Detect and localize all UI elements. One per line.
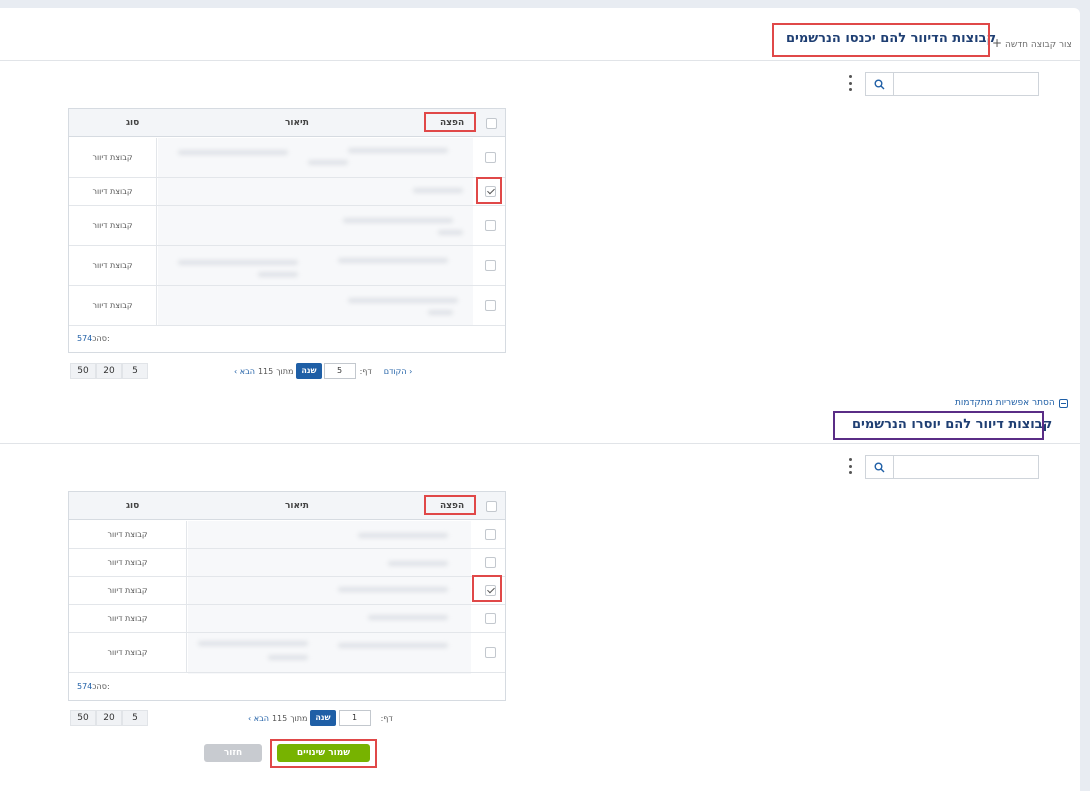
type-cell: קבוצת דיוור	[69, 549, 187, 576]
row-checkbox[interactable]	[485, 529, 496, 540]
table-row[interactable]: קבוצת דיוור	[69, 633, 505, 673]
row-checkbox[interactable]	[485, 260, 496, 271]
pager-2: דף: 1 שנה מתוך 115 הבא ›	[248, 710, 393, 726]
total-count-1: 574סהכ:	[77, 334, 110, 343]
header-type-2[interactable]: סוג	[126, 492, 139, 520]
highlight-distribution-header-2	[424, 495, 476, 515]
table-row[interactable]: קבוצת דיוור	[69, 206, 505, 246]
type-cell: קבוצת דיוור	[69, 138, 157, 177]
table-row[interactable]: קבוצת דיוור	[69, 605, 505, 633]
total-pages: 115	[257, 366, 274, 376]
of-label: מתוך	[290, 713, 308, 723]
table-row[interactable]: קבוצת דיוור	[69, 521, 505, 549]
hide-advanced-toggle[interactable]: הסתר אפשריות מתקדמות	[955, 398, 1068, 408]
total-pages: 115	[271, 713, 288, 723]
select-all-checkbox-2[interactable]	[486, 501, 497, 512]
row-checkbox[interactable]	[485, 220, 496, 231]
grid-2: הפצה תיאור סוג קבוצת דיוור קבוצת דיוור ק…	[68, 491, 506, 701]
collapse-icon	[1058, 398, 1068, 408]
page-number-input[interactable]: 1	[338, 710, 371, 726]
page-number-input[interactable]: 5	[323, 363, 356, 379]
page-size-50[interactable]: 50	[70, 363, 96, 379]
grid-1: הפצה תיאור סוג קבוצת דיוור קבוצת דיוור ק…	[68, 108, 506, 353]
select-all-checkbox-1[interactable]	[486, 118, 497, 129]
page-size-5[interactable]: 5	[122, 710, 148, 726]
header-description-1[interactable]: תיאור	[285, 109, 309, 137]
row-checkbox[interactable]	[485, 300, 496, 311]
table-row[interactable]: קבוצת דיוור	[69, 549, 505, 577]
page-size-50[interactable]: 50	[70, 710, 96, 726]
type-cell: קבוצת דיוור	[69, 178, 157, 205]
page-label: דף:	[380, 713, 393, 723]
page-size-5[interactable]: 5	[122, 363, 148, 379]
table-row[interactable]: קבוצת דיוור	[69, 286, 505, 326]
highlight-section1-title	[772, 23, 990, 57]
total-count-2: 574סהכ:	[77, 682, 110, 691]
create-group-link[interactable]: + צור קבוצה חדשה	[992, 36, 1072, 50]
header-type-1[interactable]: סוג	[126, 109, 139, 137]
prev-page-link[interactable]: ‹ הקודם	[384, 367, 413, 376]
search-input-2[interactable]	[865, 455, 1039, 479]
type-cell: קבוצת דיוור	[69, 521, 187, 548]
header-description-2[interactable]: תיאור	[285, 492, 309, 520]
highlight-save-button	[270, 739, 377, 768]
type-cell: קבוצת דיוור	[69, 206, 157, 245]
page-size-20[interactable]: 20	[96, 363, 122, 379]
more-options-icon-1[interactable]	[845, 75, 855, 91]
highlight-checked-row-1	[476, 177, 502, 204]
grid-1-footer: 574סהכ:	[69, 326, 505, 352]
table-row[interactable]: קבוצת דיוור	[69, 577, 505, 605]
table-row[interactable]: קבוצת דיוור	[69, 246, 505, 286]
type-cell: קבוצת דיוור	[69, 605, 187, 632]
go-page-button[interactable]: שנה	[310, 710, 336, 726]
row-checkbox[interactable]	[485, 647, 496, 658]
search-icon[interactable]	[866, 73, 894, 95]
pager-1: ‹ הקודם דף: 5 שנה מתוך 115 הבא ›	[234, 363, 412, 379]
page-size-options-1: 50 20 5	[70, 363, 148, 379]
row-checkbox[interactable]	[485, 557, 496, 568]
page-size-options-2: 50 20 5	[70, 710, 148, 726]
next-page-link[interactable]: הבא ›	[234, 367, 255, 376]
search-input-1[interactable]	[865, 72, 1039, 96]
type-cell: קבוצת דיוור	[69, 246, 157, 285]
table-row[interactable]: קבוצת דיוור	[69, 178, 505, 206]
back-button[interactable]: חזור	[204, 744, 262, 762]
row-checkbox[interactable]	[485, 152, 496, 163]
grid-2-footer: 574סהכ:	[69, 674, 505, 700]
type-cell: קבוצת דיוור	[69, 633, 187, 672]
go-page-button[interactable]: שנה	[296, 363, 322, 379]
highlight-checked-row-2	[472, 575, 502, 602]
type-cell: קבוצת דיוור	[69, 577, 187, 604]
of-label: מתוך	[276, 366, 294, 376]
type-cell: קבוצת דיוור	[69, 286, 157, 325]
page-size-20[interactable]: 20	[96, 710, 122, 726]
hide-advanced-label: הסתר אפשריות מתקדמות	[955, 398, 1055, 408]
divider-1	[0, 60, 1080, 61]
highlight-distribution-header-1	[424, 112, 476, 132]
divider-2	[0, 443, 1080, 444]
highlight-section2-title	[833, 411, 1044, 440]
page-label: דף:	[359, 366, 372, 376]
next-page-link[interactable]: הבא ›	[248, 714, 269, 723]
row-checkbox[interactable]	[485, 613, 496, 624]
more-options-icon-2[interactable]	[845, 458, 855, 474]
table-row[interactable]: קבוצת דיוור	[69, 138, 505, 178]
create-group-label: צור קבוצה חדשה	[1004, 40, 1072, 50]
search-icon[interactable]	[866, 456, 894, 478]
